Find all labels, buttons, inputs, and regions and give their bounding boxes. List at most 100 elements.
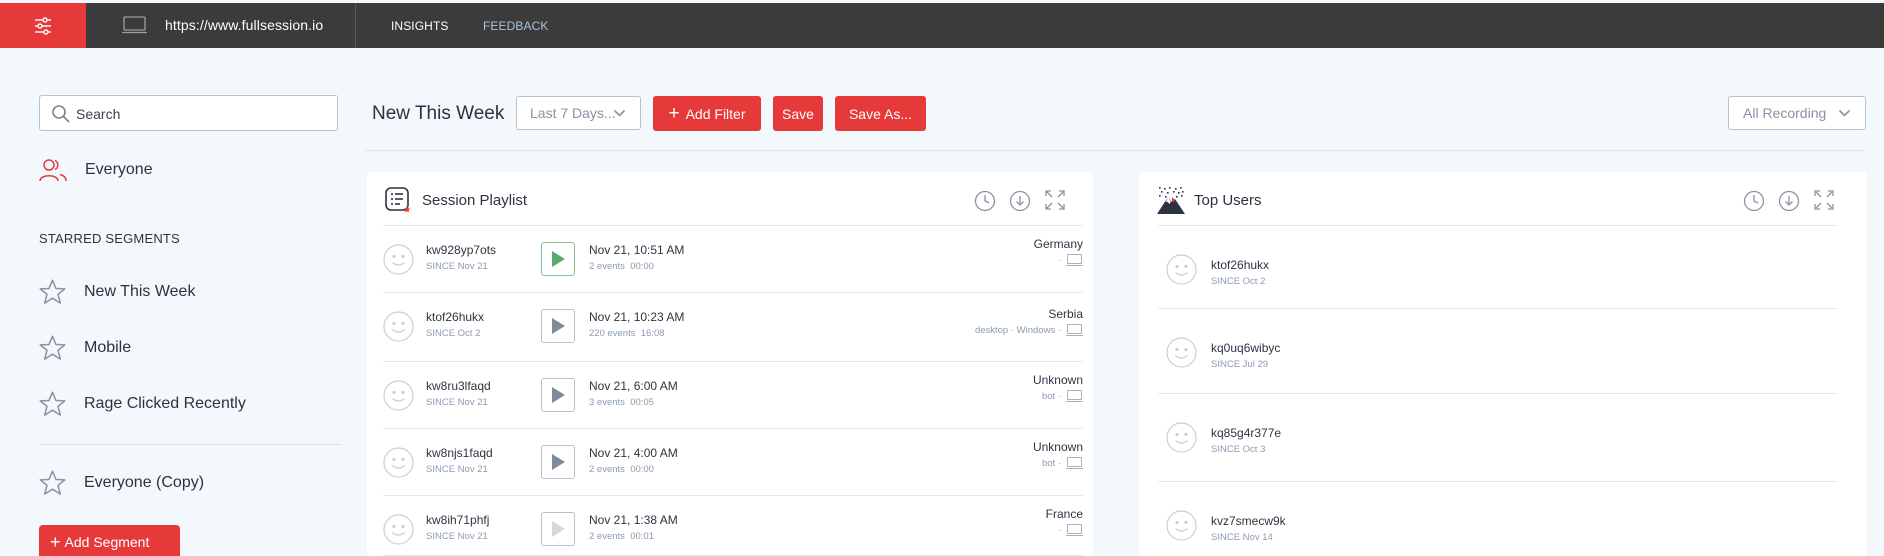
segment-everyone[interactable]: Everyone xyxy=(38,157,153,183)
search-icon xyxy=(52,105,70,123)
add-filter-label: Add Filter xyxy=(685,105,746,122)
session-country: Unknown xyxy=(1032,440,1083,454)
segment-label: New This Week xyxy=(84,283,196,300)
expand-icon[interactable] xyxy=(1045,190,1065,210)
recording-filter-select[interactable]: All Recording xyxy=(1728,96,1866,130)
session-device: bot · xyxy=(1042,457,1083,470)
clock-icon[interactable] xyxy=(974,190,996,212)
segment-new-this-week[interactable]: New This Week xyxy=(38,278,195,306)
save-button[interactable]: Save xyxy=(773,96,823,131)
play-icon xyxy=(550,250,566,268)
sliders-icon xyxy=(35,16,51,35)
play-session-button[interactable] xyxy=(541,378,575,412)
sidebar-divider xyxy=(39,444,342,445)
panel-header: Session Playlist xyxy=(367,172,1093,226)
top-user-id[interactable]: kvz7smecw9k xyxy=(1211,514,1286,528)
session-device-label: bot · xyxy=(1041,391,1061,402)
add-filter-button[interactable]: + Add Filter xyxy=(653,96,761,131)
add-segment-button[interactable]: + Add Segment xyxy=(39,525,180,556)
session-user-id[interactable]: kw8njs1faqd xyxy=(426,446,493,460)
chevron-down-icon xyxy=(1838,109,1851,117)
play-icon xyxy=(550,453,566,471)
star-icon xyxy=(39,470,66,495)
session-row[interactable]: kw928yp7ots SINCE Nov 21 Nov 21, 10:51 AM 2… xyxy=(383,226,1083,293)
date-range-value: Last 7 Days... xyxy=(530,105,616,121)
session-country: Serbia xyxy=(1048,307,1083,321)
session-device-label: · xyxy=(1057,255,1061,266)
session-user-since: SINCE Oct 2 xyxy=(426,328,481,339)
session-device-label: bot · xyxy=(1041,458,1061,469)
session-user-since: SINCE Nov 21 xyxy=(426,464,488,475)
top-users-panel: Top Users ktof26hukx SINCE Oct 2 kq0uq6wib… xyxy=(1139,172,1866,556)
recording-filter-value: All Recording xyxy=(1743,105,1827,121)
star-icon xyxy=(39,335,66,360)
session-event-summary: 220 events 16:08 xyxy=(589,328,665,339)
top-user-row[interactable]: kq85g4r377e SINCE Oct 3 xyxy=(1158,394,1838,482)
session-country: Unknown xyxy=(1032,373,1083,387)
session-user-id[interactable]: kw928yp7ots xyxy=(426,243,496,257)
user-avatar-icon xyxy=(383,380,414,411)
expand-icon[interactable] xyxy=(1814,190,1834,210)
play-session-button[interactable] xyxy=(541,242,575,276)
clock-icon[interactable] xyxy=(1743,190,1765,212)
session-user-since: SINCE Nov 21 xyxy=(426,261,488,272)
top-user-since: SINCE Nov 14 xyxy=(1211,532,1273,543)
segment-label: Everyone xyxy=(85,161,153,178)
top-user-row[interactable]: kvz7smecw9k SINCE Nov 14 xyxy=(1158,482,1838,556)
session-row[interactable]: kw8ru3lfaqd SINCE Nov 21 Nov 21, 6:00 AM 3 … xyxy=(383,362,1083,429)
session-user-id[interactable]: kw8ih71phfj xyxy=(426,513,489,527)
top-user-since: SINCE Oct 3 xyxy=(1211,444,1266,455)
user-avatar-icon xyxy=(1166,254,1197,285)
session-timestamp: Nov 21, 1:38 AM xyxy=(589,513,678,527)
session-user-id[interactable]: kw8ru3lfaqd xyxy=(426,379,491,393)
session-row[interactable]: kw8ih71phfj SINCE Nov 21 Nov 21, 1:38 AM 2 … xyxy=(383,496,1083,556)
session-country: Germany xyxy=(1033,237,1083,251)
download-icon[interactable] xyxy=(1778,190,1800,212)
session-user-since: SINCE Nov 21 xyxy=(426,397,488,408)
top-user-row[interactable]: kq0uq6wibyc SINCE Jul 29 xyxy=(1158,309,1838,394)
play-session-button[interactable] xyxy=(541,445,575,479)
date-range-select[interactable]: Last 7 Days... xyxy=(516,96,641,130)
segment-everyone-copy[interactable]: Everyone (Copy) xyxy=(38,469,204,497)
filter-settings-button[interactable] xyxy=(0,3,86,48)
play-session-button[interactable] xyxy=(541,512,575,546)
session-row[interactable]: ktof26hukx SINCE Oct 2 Nov 21, 10:23 AM 220… xyxy=(383,293,1083,362)
segment-label: Mobile xyxy=(84,339,132,356)
session-playlist-panel: Session Playlist kw928yp7ots SINCE Nov 21… xyxy=(367,172,1093,556)
top-user-since: SINCE Jul 29 xyxy=(1211,359,1269,370)
session-event-summary: 2 events 00:00 xyxy=(589,261,654,272)
session-event-summary: 2 events 00:01 xyxy=(589,531,654,542)
top-user-id[interactable]: kq85g4r377e xyxy=(1211,426,1281,440)
top-bar: https://www.fullsession.io INSIGHTS FEED… xyxy=(0,3,1884,48)
segment-mobile[interactable]: Mobile xyxy=(38,334,131,362)
tab-feedback[interactable]: FEEDBACK xyxy=(483,19,548,33)
play-icon xyxy=(550,520,566,538)
segment-label: Rage Clicked Recently xyxy=(84,395,246,412)
plus-icon: + xyxy=(668,103,680,124)
top-user-row[interactable]: ktof26hukx SINCE Oct 2 xyxy=(1158,226,1838,309)
session-device: · xyxy=(1058,254,1083,267)
top-user-id[interactable]: kq0uq6wibyc xyxy=(1211,341,1280,355)
panel-header: Top Users xyxy=(1139,172,1866,226)
download-icon[interactable] xyxy=(1009,190,1031,212)
tab-insights[interactable]: INSIGHTS xyxy=(391,19,448,33)
play-icon xyxy=(550,386,566,404)
play-session-button[interactable] xyxy=(541,309,575,343)
session-row[interactable]: kw8njs1faqd SINCE Nov 21 Nov 21, 4:00 AM 2 … xyxy=(383,429,1083,496)
save-as-button[interactable]: Save As... xyxy=(835,96,926,131)
segment-rage-clicked-recently[interactable]: Rage Clicked Recently xyxy=(38,390,246,418)
site-selector[interactable]: https://www.fullsession.io xyxy=(86,3,356,48)
star-icon xyxy=(39,391,66,416)
session-timestamp: Nov 21, 10:23 AM xyxy=(589,310,685,324)
session-user-id[interactable]: ktof26hukx xyxy=(426,310,484,324)
monitor-icon xyxy=(1066,254,1083,267)
session-country: France xyxy=(1045,507,1083,521)
session-device: · xyxy=(1058,524,1083,537)
search-input[interactable] xyxy=(76,104,326,124)
monitor-icon xyxy=(1066,390,1083,403)
session-event-summary: 3 events 00:05 xyxy=(589,397,654,408)
top-user-id[interactable]: ktof26hukx xyxy=(1211,258,1269,272)
monitor-icon xyxy=(1066,524,1083,537)
users-icon xyxy=(39,159,67,182)
segment-search xyxy=(39,95,338,131)
